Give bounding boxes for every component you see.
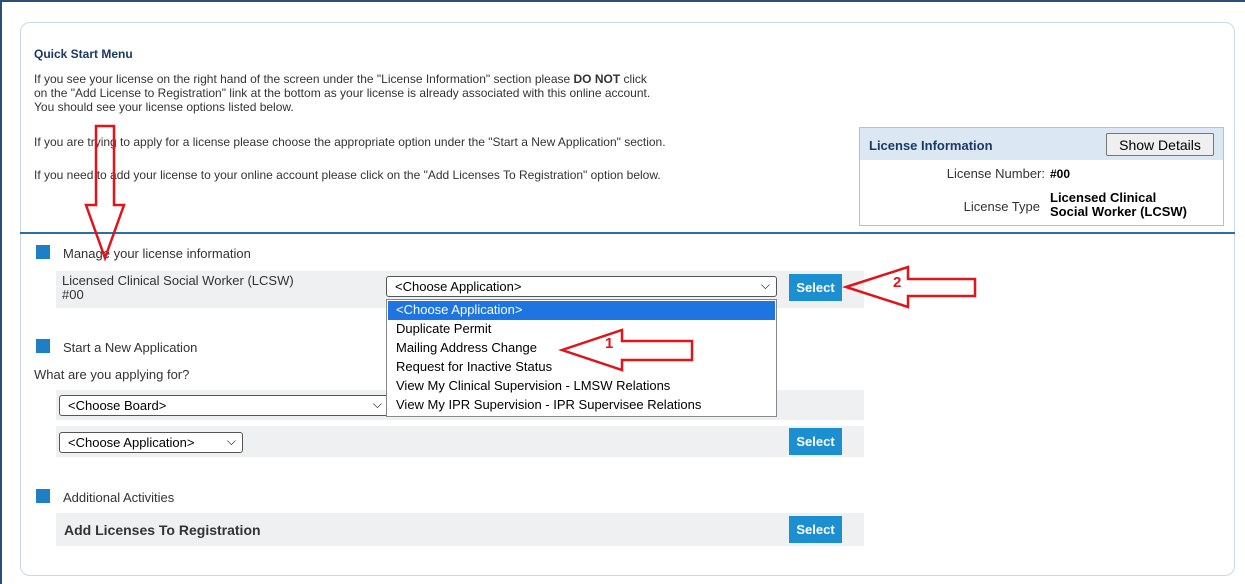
annotation-label-1: 1	[605, 335, 614, 352]
annotation-arrow-2	[841, 265, 977, 309]
annotation-label-2: 2	[893, 274, 902, 291]
annotation-arrow-down	[84, 124, 126, 262]
annotation-overlay	[84, 124, 977, 372]
annotation-arrow-1	[558, 328, 694, 372]
